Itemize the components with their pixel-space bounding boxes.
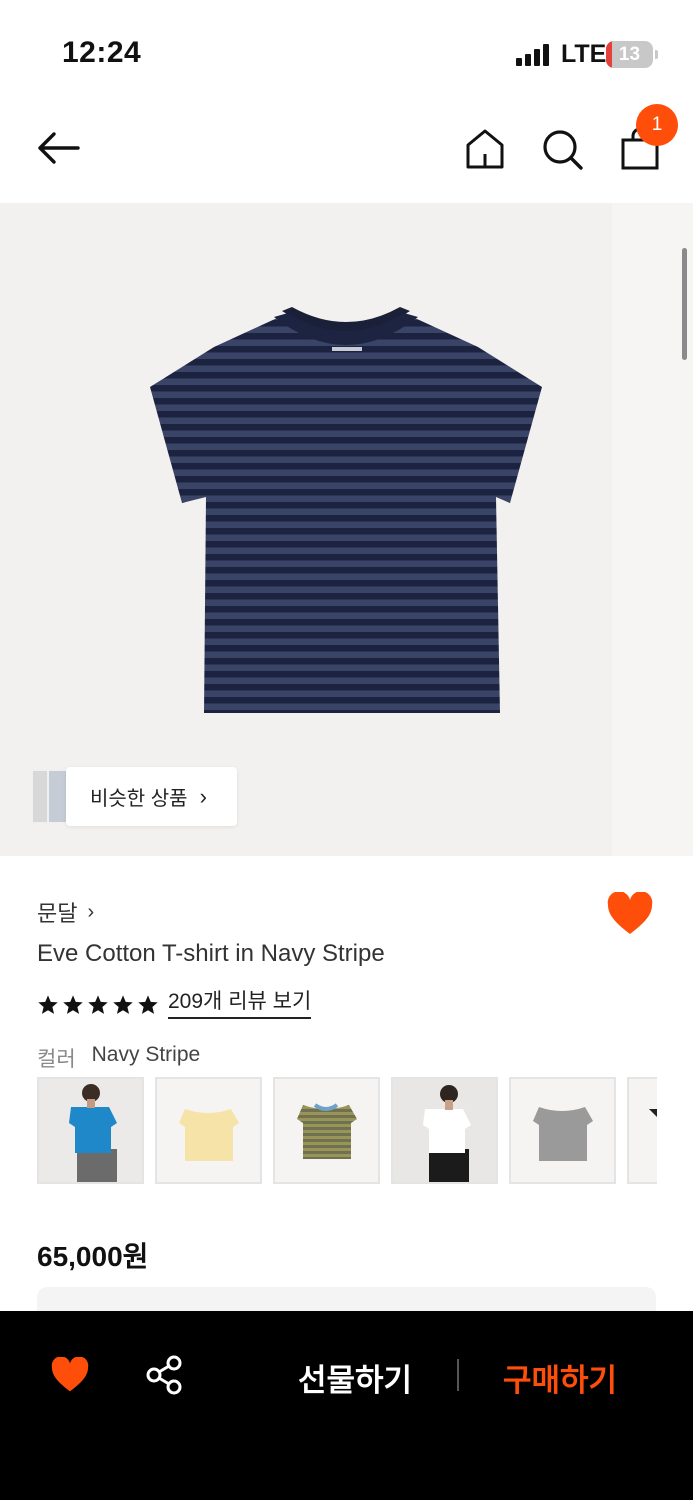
status-bar: 12:24 LTE 13 — [0, 0, 693, 96]
product-image-carousel[interactable]: 비슷한 상품 › — [0, 203, 693, 856]
signal-icon — [516, 44, 550, 66]
swatch-image — [511, 1079, 614, 1182]
swatch-image — [275, 1079, 378, 1182]
swatch-image — [629, 1079, 657, 1182]
bottom-action-bar: 선물하기 구매하기 — [0, 1311, 693, 1500]
gift-button[interactable]: 선물하기 — [298, 1355, 412, 1400]
color-row: 컬러 Navy Stripe — [37, 1043, 200, 1073]
next-image-peek — [612, 203, 693, 856]
divider — [457, 1359, 459, 1391]
wishlist-heart-icon[interactable] — [606, 892, 654, 936]
status-time: 12:24 — [62, 36, 142, 69]
color-swatch[interactable] — [391, 1077, 498, 1184]
star-icon — [88, 994, 108, 1014]
chevron-right-icon: › — [199, 783, 207, 809]
star-icon — [138, 994, 158, 1014]
color-swatch[interactable] — [273, 1077, 380, 1184]
star-icon — [63, 994, 83, 1014]
brand-name: 문달 — [37, 901, 78, 926]
color-swatch[interactable] — [627, 1077, 657, 1184]
search-button[interactable] — [539, 126, 585, 172]
swatch-image — [393, 1079, 496, 1182]
product-title: Eve Cotton T-shirt in Navy Stripe — [37, 940, 385, 967]
share-icon[interactable] — [146, 1355, 184, 1395]
chevron-right-icon: › — [87, 900, 95, 923]
reviews-link[interactable]: 209개 리뷰 보기 — [168, 990, 312, 1019]
heart-icon[interactable] — [50, 1357, 90, 1393]
swatch-image — [39, 1079, 142, 1182]
search-icon — [543, 130, 583, 170]
rating-row: 209개 리뷰 보기 — [37, 990, 312, 1019]
battery-icon: 13 — [606, 41, 658, 68]
color-swatch[interactable] — [37, 1077, 144, 1184]
color-value: Navy Stripe — [91, 1043, 201, 1066]
rating-stars — [37, 994, 159, 1016]
brand-link[interactable]: 문달 › — [37, 896, 94, 928]
top-nav — [0, 96, 693, 203]
color-swatch[interactable] — [509, 1077, 616, 1184]
color-label: 컬러 — [37, 1048, 76, 1071]
home-icon — [466, 129, 504, 169]
product-price: 65,000원 — [37, 1241, 149, 1272]
image-scroll-indicator — [682, 248, 687, 360]
star-icon — [38, 994, 58, 1014]
color-swatch[interactable] — [155, 1077, 262, 1184]
battery-level: 13 — [618, 44, 641, 65]
cart-count-badge: 1 — [636, 104, 678, 146]
home-button[interactable] — [462, 126, 508, 172]
color-swatches — [37, 1077, 657, 1185]
swatch-image — [157, 1079, 260, 1182]
back-button[interactable] — [34, 128, 84, 168]
network-type: LTE — [561, 40, 607, 68]
buy-button[interactable]: 구매하기 — [503, 1355, 617, 1400]
similar-products-button[interactable]: 비슷한 상품 › — [66, 767, 237, 826]
similar-products-label: 비슷한 상품 — [90, 788, 188, 810]
arrow-left-icon — [38, 132, 80, 164]
star-icon — [113, 994, 133, 1014]
product-image — [150, 307, 542, 713]
